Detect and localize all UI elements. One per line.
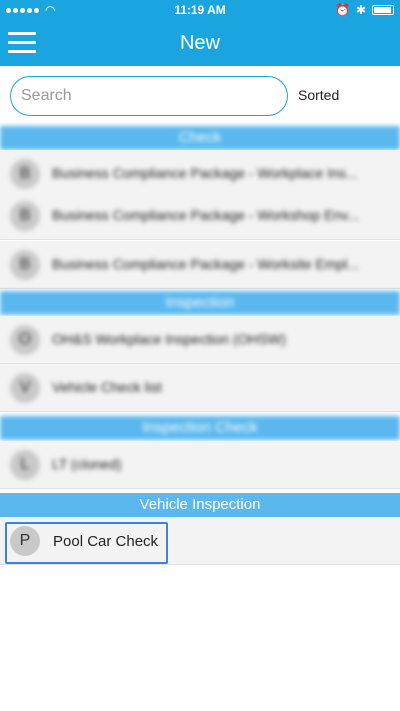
- section-header-check: Check: [0, 126, 400, 150]
- list-item[interactable]: B Business Compliance Package - Workplac…: [0, 150, 400, 198]
- list-item-label: Business Compliance Package - Workplace …: [52, 165, 358, 181]
- bluetooth-icon: ✱: [355, 3, 366, 17]
- empty-area: [0, 565, 400, 711]
- nav-bar: New: [0, 20, 400, 66]
- avatar: B: [10, 201, 40, 231]
- battery-icon: [372, 5, 394, 15]
- search-row: Sorted: [0, 66, 400, 124]
- list-item[interactable]: O OH&S Workplace Inspection (OHSW): [0, 316, 400, 364]
- avatar: B: [10, 250, 40, 280]
- alarm-icon: ⏰: [334, 3, 350, 17]
- page-title: New: [179, 32, 220, 54]
- selection-highlight: [5, 522, 168, 564]
- avatar: L: [10, 450, 40, 480]
- section-header-inspection: Inspection: [0, 291, 400, 315]
- status-bar: ◠ 11:19 AM ⏰ ✱: [0, 0, 400, 20]
- list-item[interactable]: V Vehicle Check list: [0, 364, 400, 412]
- avatar: V: [10, 373, 40, 403]
- avatar: O: [10, 325, 40, 355]
- sort-toggle[interactable]: Sorted: [298, 87, 339, 103]
- list-item[interactable]: B Business Compliance Package - Workshop…: [0, 192, 400, 240]
- search-input[interactable]: [10, 76, 288, 116]
- list-item-label: OH&S Workplace Inspection (OHSW): [52, 331, 286, 347]
- list-item[interactable]: B Business Compliance Package - Worksite…: [0, 241, 400, 289]
- list-item-label: Vehicle Check list: [52, 379, 162, 395]
- section-header-inspection-check: Inspection Check: [0, 416, 400, 440]
- section-header-vehicle-inspection: Vehicle Inspection: [0, 493, 400, 517]
- list-item-label: LT (cloned): [52, 456, 122, 472]
- status-icons: ⏰ ✱: [335, 3, 394, 17]
- avatar: B: [10, 159, 40, 189]
- list-item[interactable]: L LT (cloned): [0, 441, 400, 489]
- list-item-label: Business Compliance Package - Worksite E…: [52, 256, 360, 272]
- list-item-label: Business Compliance Package - Workshop E…: [52, 207, 359, 223]
